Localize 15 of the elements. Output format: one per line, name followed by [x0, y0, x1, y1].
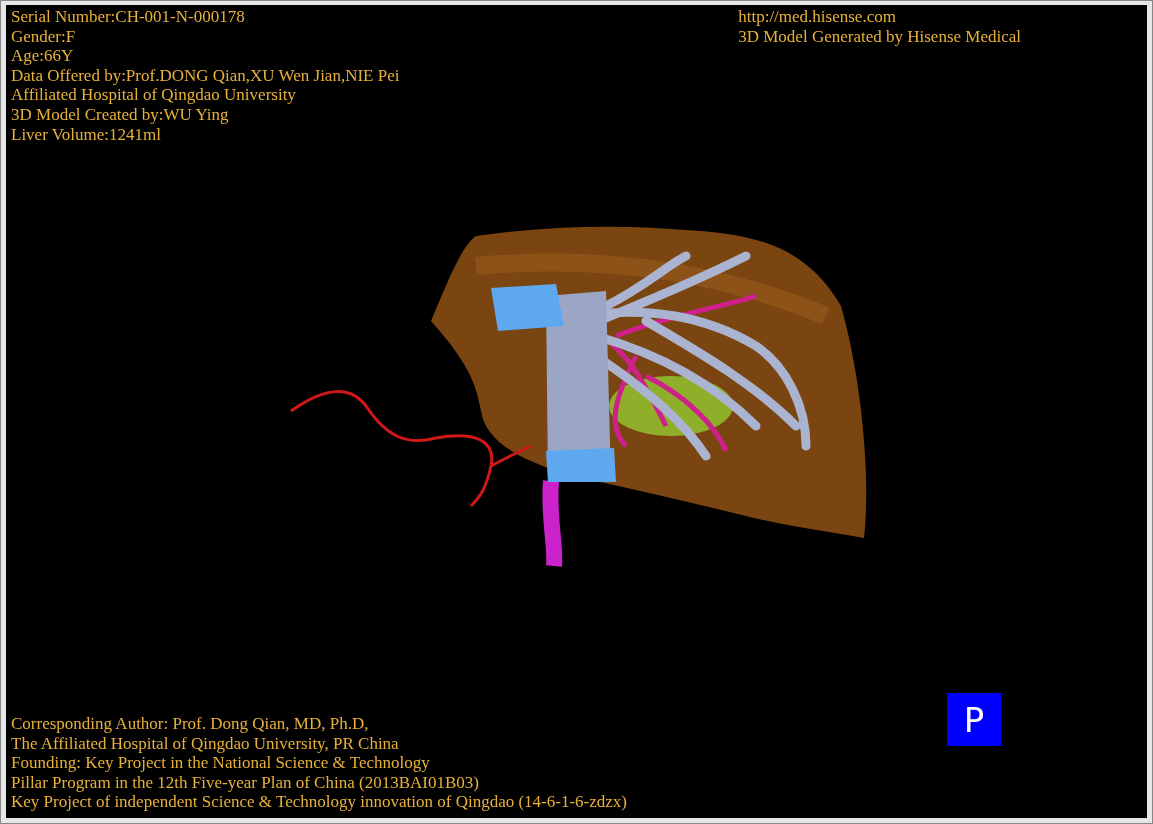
credit-text: The Affiliated Hospital of Qingdao University, PR China	[11, 733, 399, 754]
credit-text: Corresponding Author: Prof. Dong Qian, MD, Ph.D,	[11, 714, 369, 734]
credit-text: Key Project of independent Science & Technology innovation of Qingdao (14-6-1-6-zdzx)	[11, 792, 627, 812]
info-text: Gender:F	[11, 26, 76, 47]
info-text: http://med.hisense.com	[738, 7, 896, 27]
info-text: Age:66Y	[11, 46, 74, 66]
info-text: Liver Volume:1241ml	[11, 124, 161, 145]
info-text: Affiliated Hospital of Qingdao University	[11, 85, 296, 105]
credit-text: Founding: Key Project in the National Science & Technology	[11, 753, 430, 773]
info-text: 3D Model Created by:WU Ying	[11, 104, 229, 125]
info-text: 3D Model Generated by Hisense Medical	[738, 26, 1021, 47]
info-text: Data Offered by:Prof.DONG Qian,XU Wen Jian,NIE Pei	[11, 65, 400, 86]
info-text: Serial Number:CH-001-N-000178	[11, 7, 245, 27]
credit-text: Pillar Program in the 12th Five-year Plan of China (2013BAI01B03)	[11, 772, 479, 793]
view-button[interactable]: P	[947, 693, 1001, 747]
